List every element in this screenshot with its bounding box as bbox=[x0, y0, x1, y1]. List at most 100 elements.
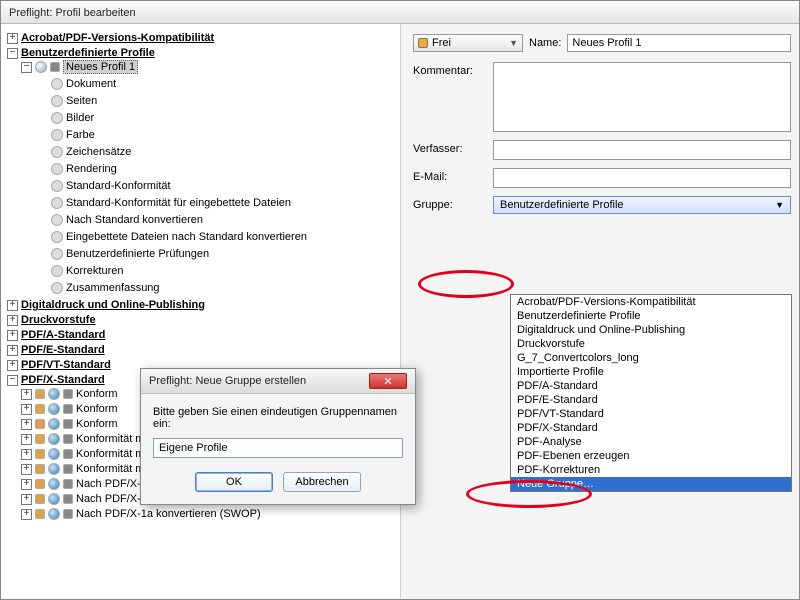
lock-icon bbox=[35, 479, 45, 489]
category-pdfe[interactable]: PDF/E-Standard bbox=[21, 344, 105, 356]
gruppe-dropdown-list[interactable]: Acrobat/PDF-Versions-KompatibilitätBenut… bbox=[510, 294, 792, 492]
dropdown-option[interactable]: Importierte Profile bbox=[511, 365, 791, 379]
dialog-prompt: Bitte geben Sie einen eindeutigen Gruppe… bbox=[153, 406, 403, 430]
bullet-icon bbox=[51, 180, 63, 192]
lock-icon bbox=[35, 404, 45, 414]
kommentar-label: Kommentar: bbox=[413, 62, 485, 77]
tree-item[interactable]: Konform bbox=[76, 388, 118, 400]
dropdown-option[interactable]: Benutzerdefinierte Profile bbox=[511, 309, 791, 323]
wrench-icon bbox=[50, 62, 60, 72]
expand-icon[interactable]: + bbox=[21, 404, 32, 415]
tree-item[interactable]: Seiten bbox=[66, 95, 97, 107]
profile-icon bbox=[48, 478, 60, 490]
new-group-dialog: Preflight: Neue Gruppe erstellen ✕ Bitte… bbox=[140, 368, 416, 505]
expand-icon[interactable]: + bbox=[7, 315, 18, 326]
close-button[interactable]: ✕ bbox=[369, 373, 407, 389]
tree-item[interactable]: Zeichensätze bbox=[66, 146, 131, 158]
chevron-down-icon: ▼ bbox=[775, 200, 784, 210]
dropdown-option[interactable]: Acrobat/PDF-Versions-Kompatibilität bbox=[511, 295, 791, 309]
expand-icon[interactable]: + bbox=[21, 479, 32, 490]
lock-icon bbox=[35, 464, 45, 474]
ok-button[interactable]: OK bbox=[195, 472, 273, 492]
expand-icon[interactable]: + bbox=[7, 360, 18, 371]
expand-icon[interactable]: + bbox=[21, 494, 32, 505]
tree-item[interactable]: Rendering bbox=[66, 163, 117, 175]
expand-icon[interactable]: + bbox=[21, 449, 32, 460]
category-acrobat[interactable]: Acrobat/PDF-Versions-Kompatibilität bbox=[21, 32, 214, 44]
name-field[interactable]: Neues Profil 1 bbox=[567, 34, 791, 52]
expand-icon[interactable]: + bbox=[7, 33, 18, 44]
dropdown-option[interactable]: PDF-Ebenen erzeugen bbox=[511, 449, 791, 463]
category-pdfa[interactable]: PDF/A-Standard bbox=[21, 329, 105, 341]
wrench-icon bbox=[63, 479, 73, 489]
category-pdfvt[interactable]: PDF/VT-Standard bbox=[21, 359, 111, 371]
dropdown-option[interactable]: Druckvorstufe bbox=[511, 337, 791, 351]
tree-item[interactable]: Standard-Konformität für eingebettete Da… bbox=[66, 197, 291, 209]
expand-icon[interactable]: + bbox=[21, 389, 32, 400]
wrench-icon bbox=[63, 404, 73, 414]
tree-item[interactable]: Farbe bbox=[66, 129, 95, 141]
dropdown-option[interactable]: Neue Gruppe… bbox=[511, 477, 791, 491]
expand-icon[interactable]: + bbox=[21, 464, 32, 475]
category-pdfx[interactable]: PDF/X-Standard bbox=[21, 374, 105, 386]
dialog-titlebar[interactable]: Preflight: Neue Gruppe erstellen ✕ bbox=[141, 369, 415, 394]
dialog-title: Preflight: Neue Gruppe erstellen bbox=[149, 375, 306, 387]
collapse-icon[interactable]: − bbox=[7, 375, 18, 386]
profile-icon bbox=[48, 508, 60, 520]
gruppe-label: Gruppe: bbox=[413, 196, 485, 211]
bullet-icon bbox=[51, 146, 63, 158]
dropdown-option[interactable]: PDF/VT-Standard bbox=[511, 407, 791, 421]
tree-item[interactable]: Nach PDF/X-1a konvertieren (SWOP) bbox=[76, 508, 261, 520]
kommentar-field[interactable] bbox=[493, 62, 791, 132]
email-field[interactable] bbox=[493, 168, 791, 188]
expand-icon[interactable]: + bbox=[21, 509, 32, 520]
lock-combo[interactable]: Frei ▼ bbox=[413, 34, 523, 52]
category-digital[interactable]: Digitaldruck und Online-Publishing bbox=[21, 299, 205, 311]
bullet-icon bbox=[51, 248, 63, 260]
tree-item[interactable]: Benutzerdefinierte Prüfungen bbox=[66, 248, 209, 260]
tree-item[interactable]: Eingebettete Dateien nach Standard konve… bbox=[66, 231, 307, 243]
verfasser-field[interactable] bbox=[493, 140, 791, 160]
tree-item[interactable]: Konform bbox=[76, 403, 118, 415]
dropdown-option[interactable]: Digitaldruck und Online-Publishing bbox=[511, 323, 791, 337]
tree-item[interactable]: Nach Standard konvertieren bbox=[66, 214, 203, 226]
expand-icon[interactable]: + bbox=[21, 434, 32, 445]
profile-icon bbox=[48, 433, 60, 445]
tree-item[interactable]: Korrekturen bbox=[66, 265, 123, 277]
category-druck[interactable]: Druckvorstufe bbox=[21, 314, 96, 326]
profile-selected[interactable]: Neues Profil 1 bbox=[63, 60, 138, 74]
main-title: Preflight: Profil bearbeiten bbox=[9, 7, 136, 19]
tree-item[interactable]: Konform bbox=[76, 418, 118, 430]
dropdown-option[interactable]: PDF/X-Standard bbox=[511, 421, 791, 435]
lock-icon bbox=[35, 434, 45, 444]
tree-item[interactable]: Zusammenfassung bbox=[66, 282, 160, 294]
group-name-input[interactable] bbox=[153, 438, 403, 458]
wrench-icon bbox=[63, 449, 73, 459]
expand-icon[interactable]: + bbox=[7, 330, 18, 341]
tree-item[interactable]: Bilder bbox=[66, 112, 94, 124]
dropdown-option[interactable]: PDF/E-Standard bbox=[511, 393, 791, 407]
wrench-icon bbox=[63, 419, 73, 429]
profile-icon bbox=[48, 448, 60, 460]
category-user[interactable]: Benutzerdefinierte Profile bbox=[21, 47, 155, 59]
dropdown-option[interactable]: PDF-Analyse bbox=[511, 435, 791, 449]
email-label: E-Mail: bbox=[413, 168, 485, 183]
expand-icon[interactable]: + bbox=[7, 345, 18, 356]
dropdown-option[interactable]: PDF-Korrekturen bbox=[511, 463, 791, 477]
dropdown-option[interactable]: PDF/A-Standard bbox=[511, 379, 791, 393]
collapse-icon[interactable]: − bbox=[21, 62, 32, 73]
dropdown-option[interactable]: G_7_Convertcolors_long bbox=[511, 351, 791, 365]
profile-icon bbox=[35, 61, 47, 73]
expand-icon[interactable]: + bbox=[7, 300, 18, 311]
bullet-icon bbox=[51, 231, 63, 243]
tree-item[interactable]: Standard-Konformität bbox=[66, 180, 171, 192]
bullet-icon bbox=[51, 197, 63, 209]
gruppe-select[interactable]: Benutzerdefinierte Profile ▼ bbox=[493, 196, 791, 214]
profile-icon bbox=[48, 388, 60, 400]
wrench-icon bbox=[63, 464, 73, 474]
profile-icon bbox=[48, 463, 60, 475]
expand-icon[interactable]: + bbox=[21, 419, 32, 430]
collapse-icon[interactable]: − bbox=[7, 48, 18, 59]
tree-item[interactable]: Dokument bbox=[66, 78, 116, 90]
cancel-button[interactable]: Abbrechen bbox=[283, 472, 361, 492]
